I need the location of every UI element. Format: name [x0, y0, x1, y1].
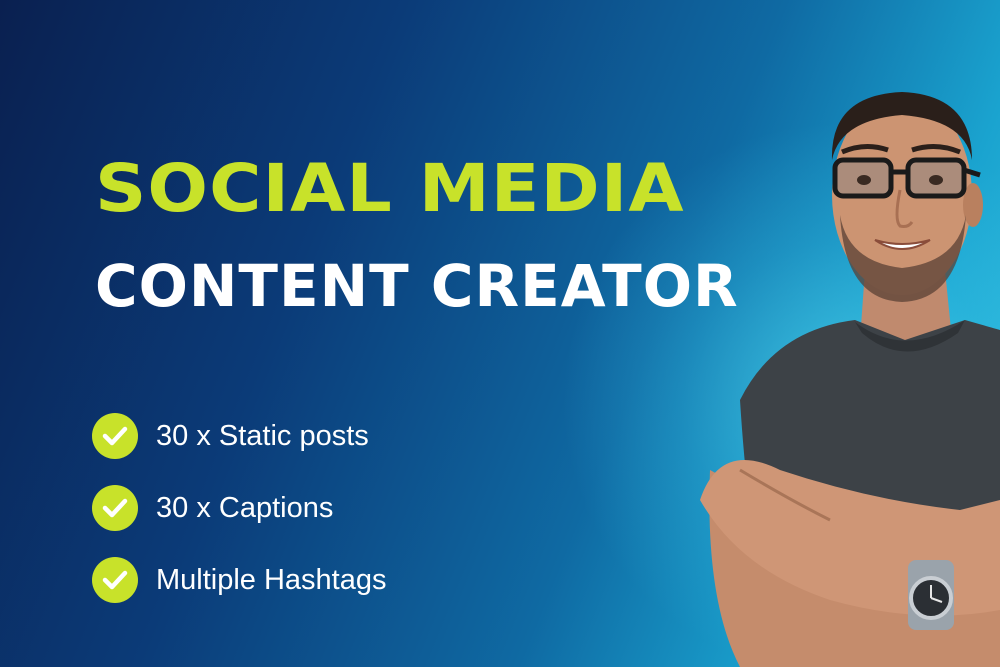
feature-item: 30 x Captions — [92, 482, 387, 534]
feature-item: 30 x Static posts — [92, 410, 387, 462]
title-line-2: CONTENT CREATOR — [95, 252, 739, 320]
check-icon — [92, 485, 138, 531]
check-icon — [92, 413, 138, 459]
title-line-1: SOCIAL MEDIA — [95, 150, 685, 227]
glasses-icon — [832, 157, 981, 199]
person-photo — [700, 92, 1000, 667]
check-icon — [92, 557, 138, 603]
feature-list: 30 x Static posts 30 x Captions Multiple… — [92, 410, 387, 626]
feature-label: 30 x Static posts — [156, 419, 369, 452]
feature-item: Multiple Hashtags — [92, 554, 387, 606]
feature-label: Multiple Hashtags — [156, 563, 387, 596]
banner-canvas: SOCIAL MEDIA CONTENT CREATOR 30 x Static… — [0, 0, 1000, 667]
feature-label: 30 x Captions — [156, 491, 334, 524]
